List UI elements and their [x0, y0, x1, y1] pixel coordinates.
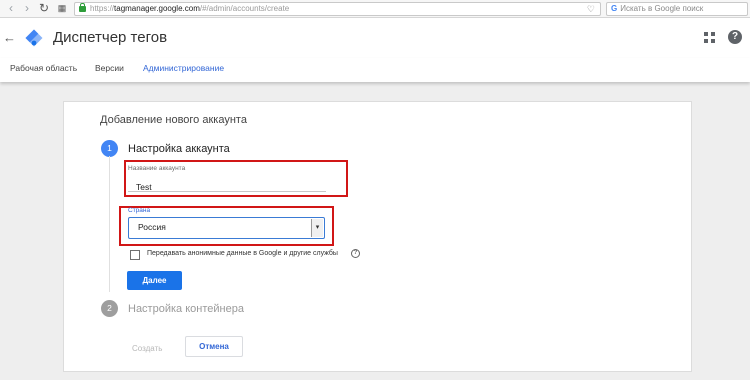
app-title: Диспетчер тегов	[53, 29, 168, 46]
tab-admin[interactable]: Администрирование	[143, 62, 224, 74]
step-2-badge: 2	[101, 300, 118, 317]
tag-manager-logo-icon	[25, 29, 43, 47]
share-data-checkbox[interactable]	[130, 250, 140, 260]
back-arrow-icon[interactable]: ←	[3, 30, 16, 45]
url-domain: tagmanager.google.com	[114, 4, 200, 13]
page-title: Добавление нового аккаунта	[100, 114, 247, 126]
cancel-button[interactable]: Отмена	[185, 336, 243, 357]
step-2-title: Настройка контейнера	[128, 303, 244, 315]
account-name-underline	[128, 191, 326, 192]
heart-icon[interactable]: ♡	[587, 3, 595, 15]
lock-icon	[79, 3, 86, 12]
step-1-title: Настройка аккаунта	[128, 143, 230, 155]
country-label: Страна	[128, 207, 151, 214]
url-path: /#/admin/accounts/create	[199, 4, 290, 13]
tiles-icon[interactable]: ▦	[55, 1, 69, 15]
search-placeholder: Искать в Google поиск	[620, 4, 704, 13]
step-1-badge: 1	[101, 140, 118, 157]
account-name-label: Название аккаунта	[128, 165, 186, 172]
forward-nav-icon[interactable]: ›	[20, 1, 34, 15]
back-nav-icon[interactable]: ‹	[4, 1, 18, 15]
browser-search-box[interactable]: G Искать в Google поиск	[606, 2, 748, 16]
help-question-icon[interactable]: ?	[351, 249, 360, 258]
app-header: ← Диспетчер тегов ?	[0, 18, 750, 58]
url-prefix: https://	[90, 4, 115, 13]
step-connector	[109, 156, 110, 292]
help-icon[interactable]: ?	[728, 30, 742, 44]
browser-toolbar: ‹ › ↻ ▦ https://tagmanager.google.com/#/…	[0, 0, 750, 18]
address-bar[interactable]: https://tagmanager.google.com/#/admin/ac…	[74, 2, 601, 16]
google-icon: G	[611, 4, 618, 13]
country-select[interactable]: Россия ▾	[128, 217, 325, 239]
tab-workspace[interactable]: Рабочая область	[10, 62, 77, 74]
next-button[interactable]: Далее	[127, 271, 182, 290]
apps-grid-icon[interactable]	[704, 32, 716, 44]
dropdown-arrow-icon[interactable]: ▾	[311, 219, 323, 237]
tabs-bar: Рабочая область Версии Администрирование	[0, 58, 750, 82]
country-value: Россия	[138, 222, 166, 232]
tab-versions[interactable]: Версии	[95, 62, 124, 74]
share-data-label: Передавать анонимные данные в Google и д…	[147, 250, 338, 257]
reload-icon[interactable]: ↻	[37, 1, 51, 15]
create-button[interactable]: Создать	[132, 343, 162, 354]
new-account-card: Добавление нового аккаунта 1 Настройка а…	[63, 101, 692, 372]
